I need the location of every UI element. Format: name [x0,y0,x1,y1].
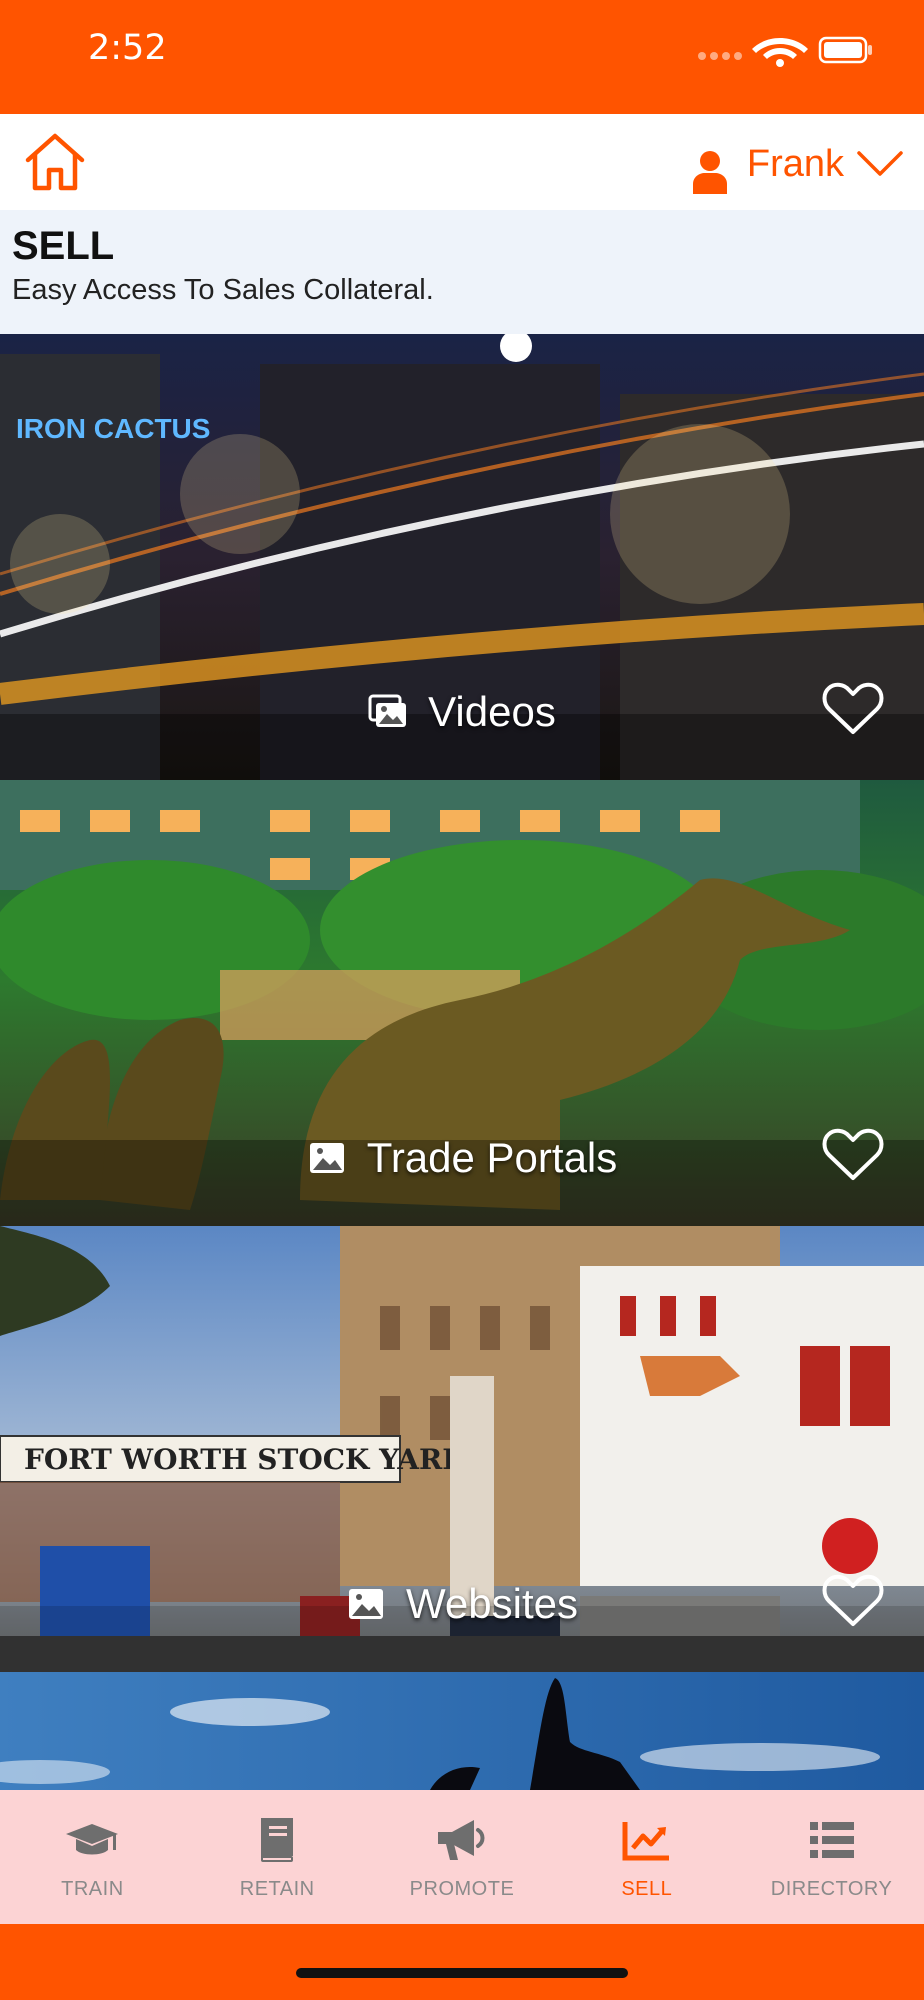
heart-icon[interactable] [822,1574,884,1628]
bottom-nav: TRAIN RETAIN PROMOTE SELL DIRECTORY [0,1790,924,1924]
nav-label: DIRECTORY [770,1878,893,1900]
card-label: Trade Portals [0,1134,924,1182]
nav-directory[interactable]: DIRECTORY [739,1790,924,1924]
image-icon [309,1143,344,1173]
svg-text:FORT WORTH STOCK YARDS: FORT WORTH STOCK YARDS [24,1443,487,1476]
card-label: Videos [0,688,924,736]
bottom-bar [0,1924,924,2000]
home-icon[interactable] [22,130,88,194]
page-subtitle: Easy Access To Sales Collateral. [12,274,434,306]
page-title: SELL [12,224,115,268]
trade-portals-card[interactable]: Trade Portals [0,780,924,1226]
partial-card[interactable] [0,1672,924,1790]
nav-train[interactable]: TRAIN [0,1790,185,1924]
nav-label: SELL [621,1878,673,1900]
card-title: Videos [428,688,556,735]
megaphone-icon [437,1820,485,1860]
wifi-icon [752,38,808,67]
status-icons [698,36,872,67]
nav-promote[interactable]: PROMOTE [370,1790,555,1924]
cellular-signal-icon [698,52,742,60]
chevron-down-icon [857,151,903,176]
svg-text:IRON CACTUS: IRON CACTUS [16,413,210,444]
card-title: Trade Portals [366,1134,618,1181]
list-icon [809,1822,854,1858]
top-header: Frank [0,114,924,210]
heart-icon[interactable] [822,682,884,736]
user-icon [692,151,727,194]
image-icon [349,1589,384,1619]
nav-label: RETAIN [239,1878,315,1900]
nav-sell[interactable]: SELL [554,1790,739,1924]
heart-icon[interactable] [822,1128,884,1182]
status-time: 2:52 [88,28,167,68]
websites-card[interactable]: FORT WORTH STOCK YARDS Websites [0,1226,924,1672]
card-label: Websites [0,1580,924,1628]
section-header: SELL Easy Access To Sales Collateral. [0,210,924,334]
sky-sculpture-photo [0,1672,924,1790]
nav-label: TRAIN [61,1878,124,1900]
book-icon [261,1818,294,1862]
images-icon [368,694,407,727]
user-menu[interactable]: Frank [691,132,904,196]
battery-icon [818,36,872,64]
nav-label: PROMOTE [409,1878,515,1900]
home-indicator[interactable] [296,1968,628,1978]
nav-retain[interactable]: RETAIN [185,1790,370,1924]
user-name: Frank [746,142,844,185]
status-bar: 2:52 [0,0,924,114]
graduation-cap-icon [66,1824,119,1855]
videos-card[interactable]: IRON CACTUS Videos [0,334,924,780]
chart-line-icon [622,1822,669,1861]
card-title: Websites [406,1580,578,1627]
